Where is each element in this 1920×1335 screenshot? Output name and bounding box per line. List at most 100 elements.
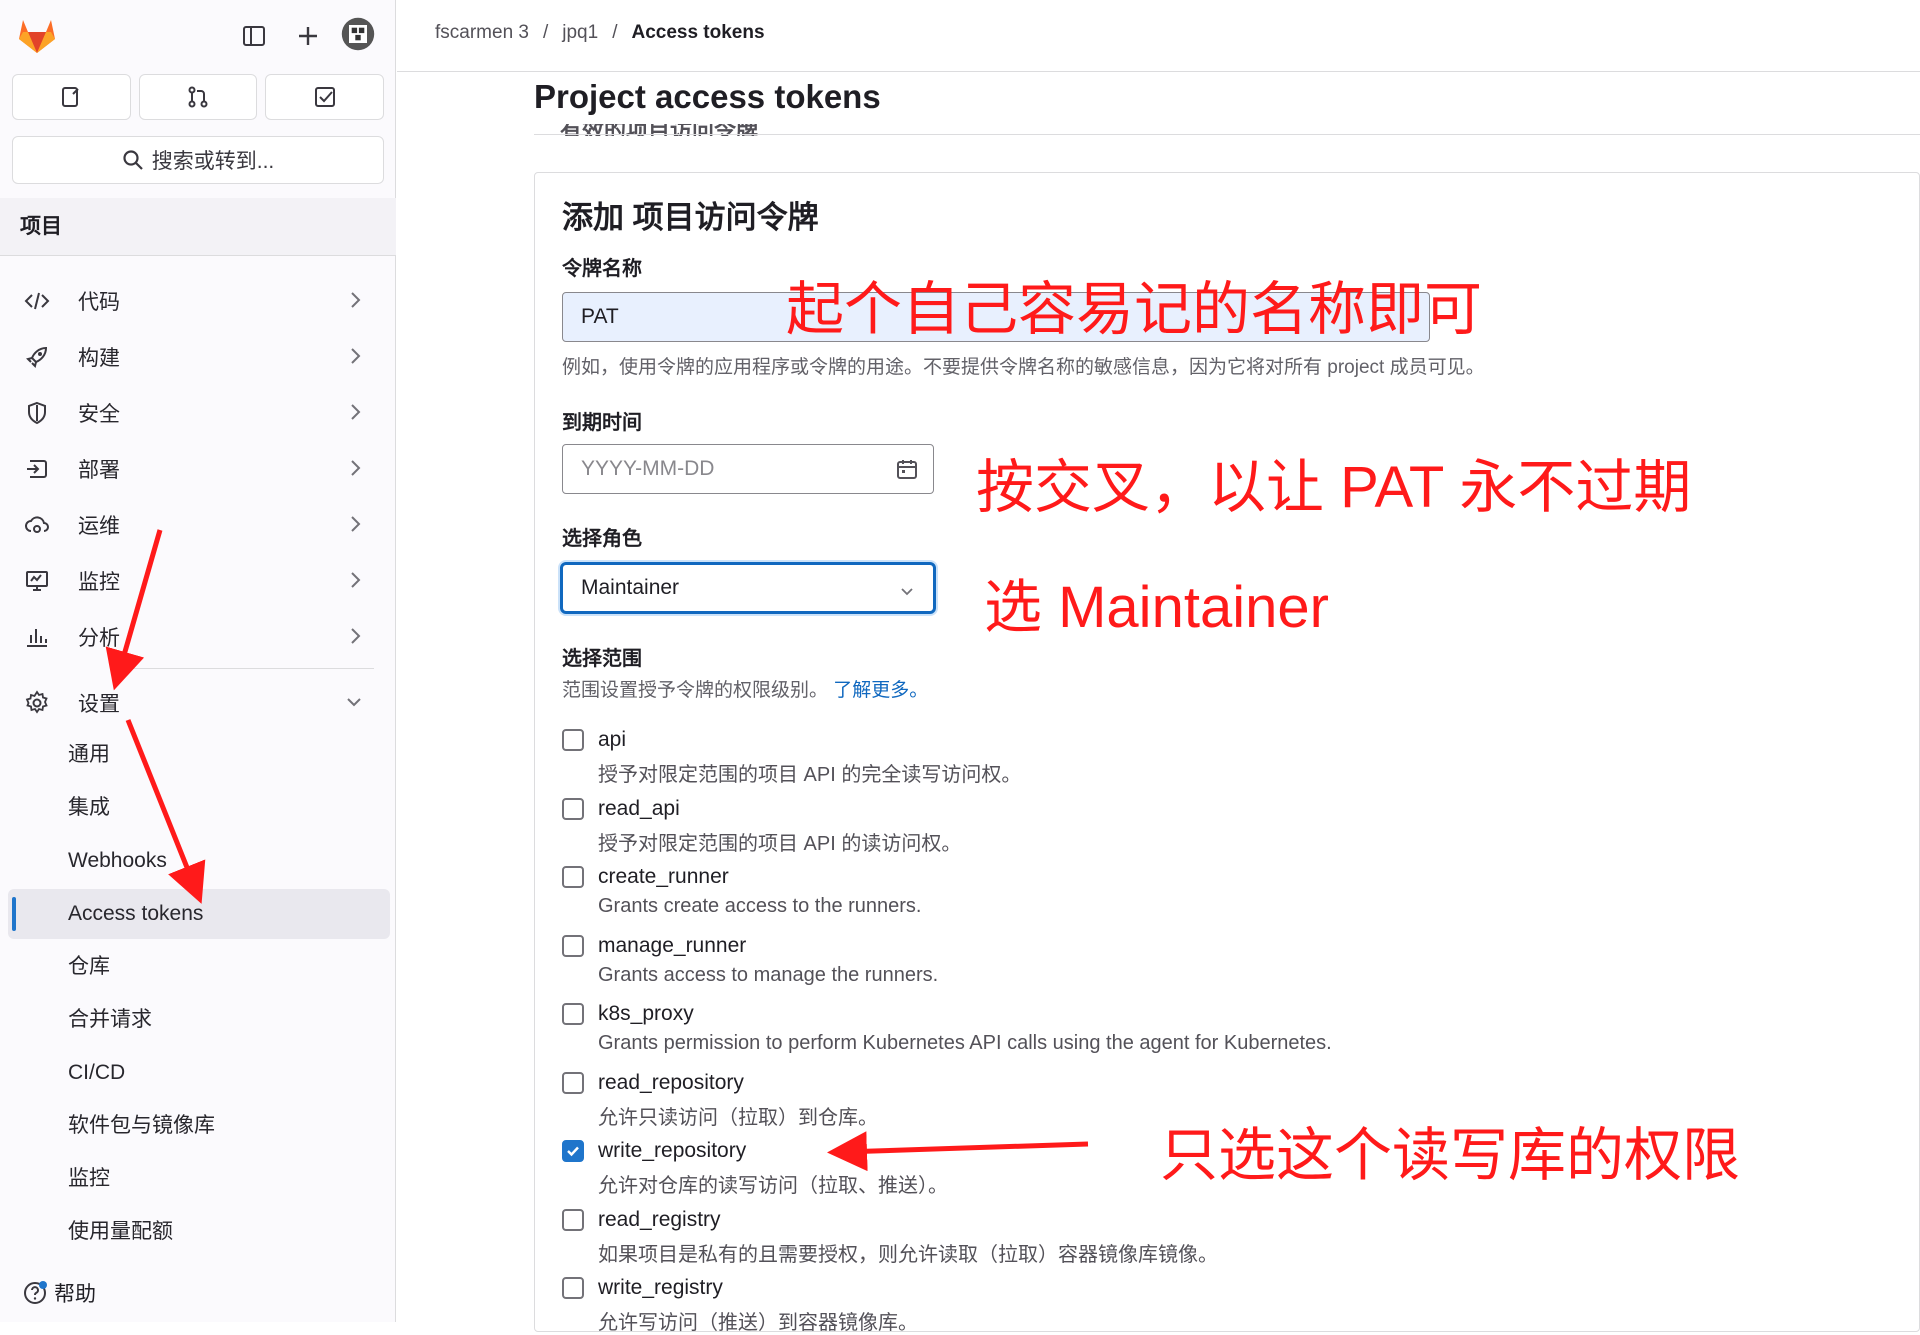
scope-checkbox[interactable] — [562, 1072, 584, 1094]
sidebar-toggle-icon[interactable] — [236, 18, 272, 54]
issues-button[interactable] — [12, 74, 131, 120]
learn-more-link[interactable]: 了解更多。 — [833, 680, 928, 701]
scope-name: read_repository — [598, 1071, 744, 1094]
token-name-value: PAT — [581, 305, 619, 328]
scope-option-k8s-proxy[interactable]: k8s_proxy — [562, 999, 694, 1029]
scope-name: write_repository — [598, 1139, 747, 1162]
scope-description: 授予对限定范围的项目 API 的读访问权。 — [598, 833, 962, 855]
settings-sub-integrations[interactable]: 集成 — [8, 783, 390, 833]
scope-option-api[interactable]: api — [562, 725, 626, 755]
todo-icon — [314, 87, 335, 107]
scope-option-read-api[interactable]: read_api — [562, 794, 680, 824]
sidebar-item-monitor[interactable]: 监控 — [10, 556, 388, 606]
sidebar-item-security[interactable]: 安全 — [10, 388, 388, 438]
issues-icon — [62, 87, 80, 107]
calendar-icon[interactable] — [895, 457, 919, 487]
token-name-label: 令牌名称 — [562, 258, 642, 280]
shield-icon — [22, 398, 52, 428]
quick-actions — [12, 74, 385, 120]
scope-checkbox[interactable] — [562, 935, 584, 957]
scopes-help: 范围设置授予令牌的权限级别。 了解更多。 — [562, 675, 928, 702]
chevron-right-icon — [348, 402, 364, 428]
chevron-right-icon — [348, 346, 364, 372]
todos-button[interactable] — [265, 74, 385, 120]
scope-checkbox[interactable] — [562, 1209, 584, 1231]
settings-sub-general[interactable]: 通用 — [8, 730, 390, 780]
annotation-expiry-tip: 按交叉，以让 PAT 永不过期 — [976, 455, 1692, 520]
help-label: 帮助 — [54, 1283, 96, 1306]
settings-sub-webhooks[interactable]: Webhooks — [8, 836, 390, 886]
sidebar-item-settings[interactable]: 设置 — [10, 678, 388, 728]
settings-sub-repository[interactable]: 仓库 — [8, 942, 390, 992]
plus-icon[interactable] — [290, 18, 326, 54]
scope-name: write_registry — [598, 1276, 723, 1299]
annotation-role-tip: 选 Maintainer — [984, 575, 1329, 640]
scope-description: Grants permission to perform Kubernetes … — [598, 1032, 1332, 1054]
scope-option-read-registry[interactable]: read_registry — [562, 1205, 721, 1235]
avatar[interactable] — [340, 16, 376, 52]
sidebar-item-label: 构建 — [78, 347, 120, 370]
scope-description: 允许写访问（推送）到容器镜像库。 — [598, 1312, 918, 1334]
sidebar-item-label: 设置 — [78, 693, 120, 716]
scope-checkbox[interactable] — [562, 1277, 584, 1299]
scope-checkbox[interactable] — [562, 1003, 584, 1025]
role-select[interactable]: Maintainer — [560, 562, 936, 614]
settings-sub-monitor[interactable]: 监控 — [8, 1154, 390, 1204]
role-label: 选择角色 — [562, 528, 642, 550]
title-rule — [534, 134, 1920, 135]
scope-name: read_registry — [598, 1208, 721, 1231]
settings-sub-packages-registries[interactable]: 软件包与镜像库 — [8, 1101, 390, 1151]
sidebar-item-code[interactable]: 代码 — [10, 276, 388, 326]
gear-icon — [22, 688, 52, 718]
chevron-down-icon — [344, 692, 364, 718]
scope-option-manage-runner[interactable]: manage_runner — [562, 931, 746, 961]
annotation-name-tip: 起个自己容易记的名称即可 — [786, 277, 1483, 342]
scope-checkbox[interactable] — [562, 798, 584, 820]
check-icon — [567, 1146, 579, 1157]
code-icon — [22, 286, 52, 316]
scope-checkbox[interactable] — [562, 729, 584, 751]
help-button[interactable]: 帮助 — [22, 1278, 96, 1308]
sidebar-item-operate[interactable]: 运维 — [10, 500, 388, 550]
settings-sub-access-tokens[interactable]: Access tokens — [8, 889, 390, 939]
expiry-label: 到期时间 — [562, 412, 642, 434]
scope-option-read-repository[interactable]: read_repository — [562, 1068, 744, 1098]
token-name-help: 例如，使用令牌的应用程序或令牌的用途。不要提供令牌名称的敏感信息，因为它将对所有… — [562, 357, 1485, 378]
sidebar-item-label: 运维 — [78, 515, 120, 538]
scope-name: manage_runner — [598, 934, 747, 957]
scope-option-create-runner[interactable]: create_runner — [562, 862, 729, 892]
scope-checkbox[interactable] — [562, 866, 584, 888]
chevron-right-icon — [348, 514, 364, 540]
search-button[interactable]: 搜索或转到... — [12, 136, 384, 184]
breadcrumb-current: Access tokens — [631, 22, 765, 43]
expiry-placeholder: YYYY-MM-DD — [581, 457, 715, 480]
breadcrumb-group[interactable]: fscarmen 3 — [435, 22, 529, 44]
expiry-date-input[interactable]: YYYY-MM-DD — [562, 444, 934, 494]
sidebar-item-label: 分析 — [78, 627, 120, 650]
sidebar-item-build[interactable]: 构建 — [10, 332, 388, 382]
scope-description: 允许对仓库的读写访问（拉取、推送）。 — [598, 1175, 948, 1197]
settings-sub-merge-requests[interactable]: 合并请求 — [8, 995, 390, 1045]
merge-requests-button[interactable] — [138, 74, 258, 120]
chevron-right-icon — [348, 458, 364, 484]
gitlab-logo-icon[interactable] — [16, 16, 58, 54]
breadcrumb-separator: / — [542, 22, 549, 43]
scope-checkbox[interactable] — [562, 1140, 584, 1162]
sidebar-item-label: 部署 — [78, 459, 120, 482]
deploy-icon — [22, 454, 52, 484]
sidebar-item-label: 安全 — [78, 403, 120, 426]
settings-sub-usage-quotas[interactable]: 使用量配额 — [8, 1207, 390, 1257]
chart-icon — [22, 622, 52, 652]
sidebar-item-analyze[interactable]: 分析 — [10, 612, 388, 662]
breadcrumb-project[interactable]: jpq1 — [562, 22, 598, 44]
chevron-right-icon — [348, 626, 364, 652]
scope-option-write-registry[interactable]: write_registry — [562, 1273, 723, 1303]
scope-option-write-repository[interactable]: write_repository — [562, 1136, 746, 1166]
top-bar: fscarmen 3 / jpq1 / Access tokens — [397, 0, 1920, 72]
settings-sub-cicd[interactable]: CI/CD — [8, 1048, 390, 1098]
sidebar-item-deploy[interactable]: 部署 — [10, 444, 388, 494]
scope-name: k8s_proxy — [598, 1002, 694, 1025]
role-value: Maintainer — [581, 576, 680, 599]
sidebar-item-label: 代码 — [78, 291, 120, 314]
breadcrumb: fscarmen 3 / jpq1 / Access tokens — [435, 22, 765, 44]
